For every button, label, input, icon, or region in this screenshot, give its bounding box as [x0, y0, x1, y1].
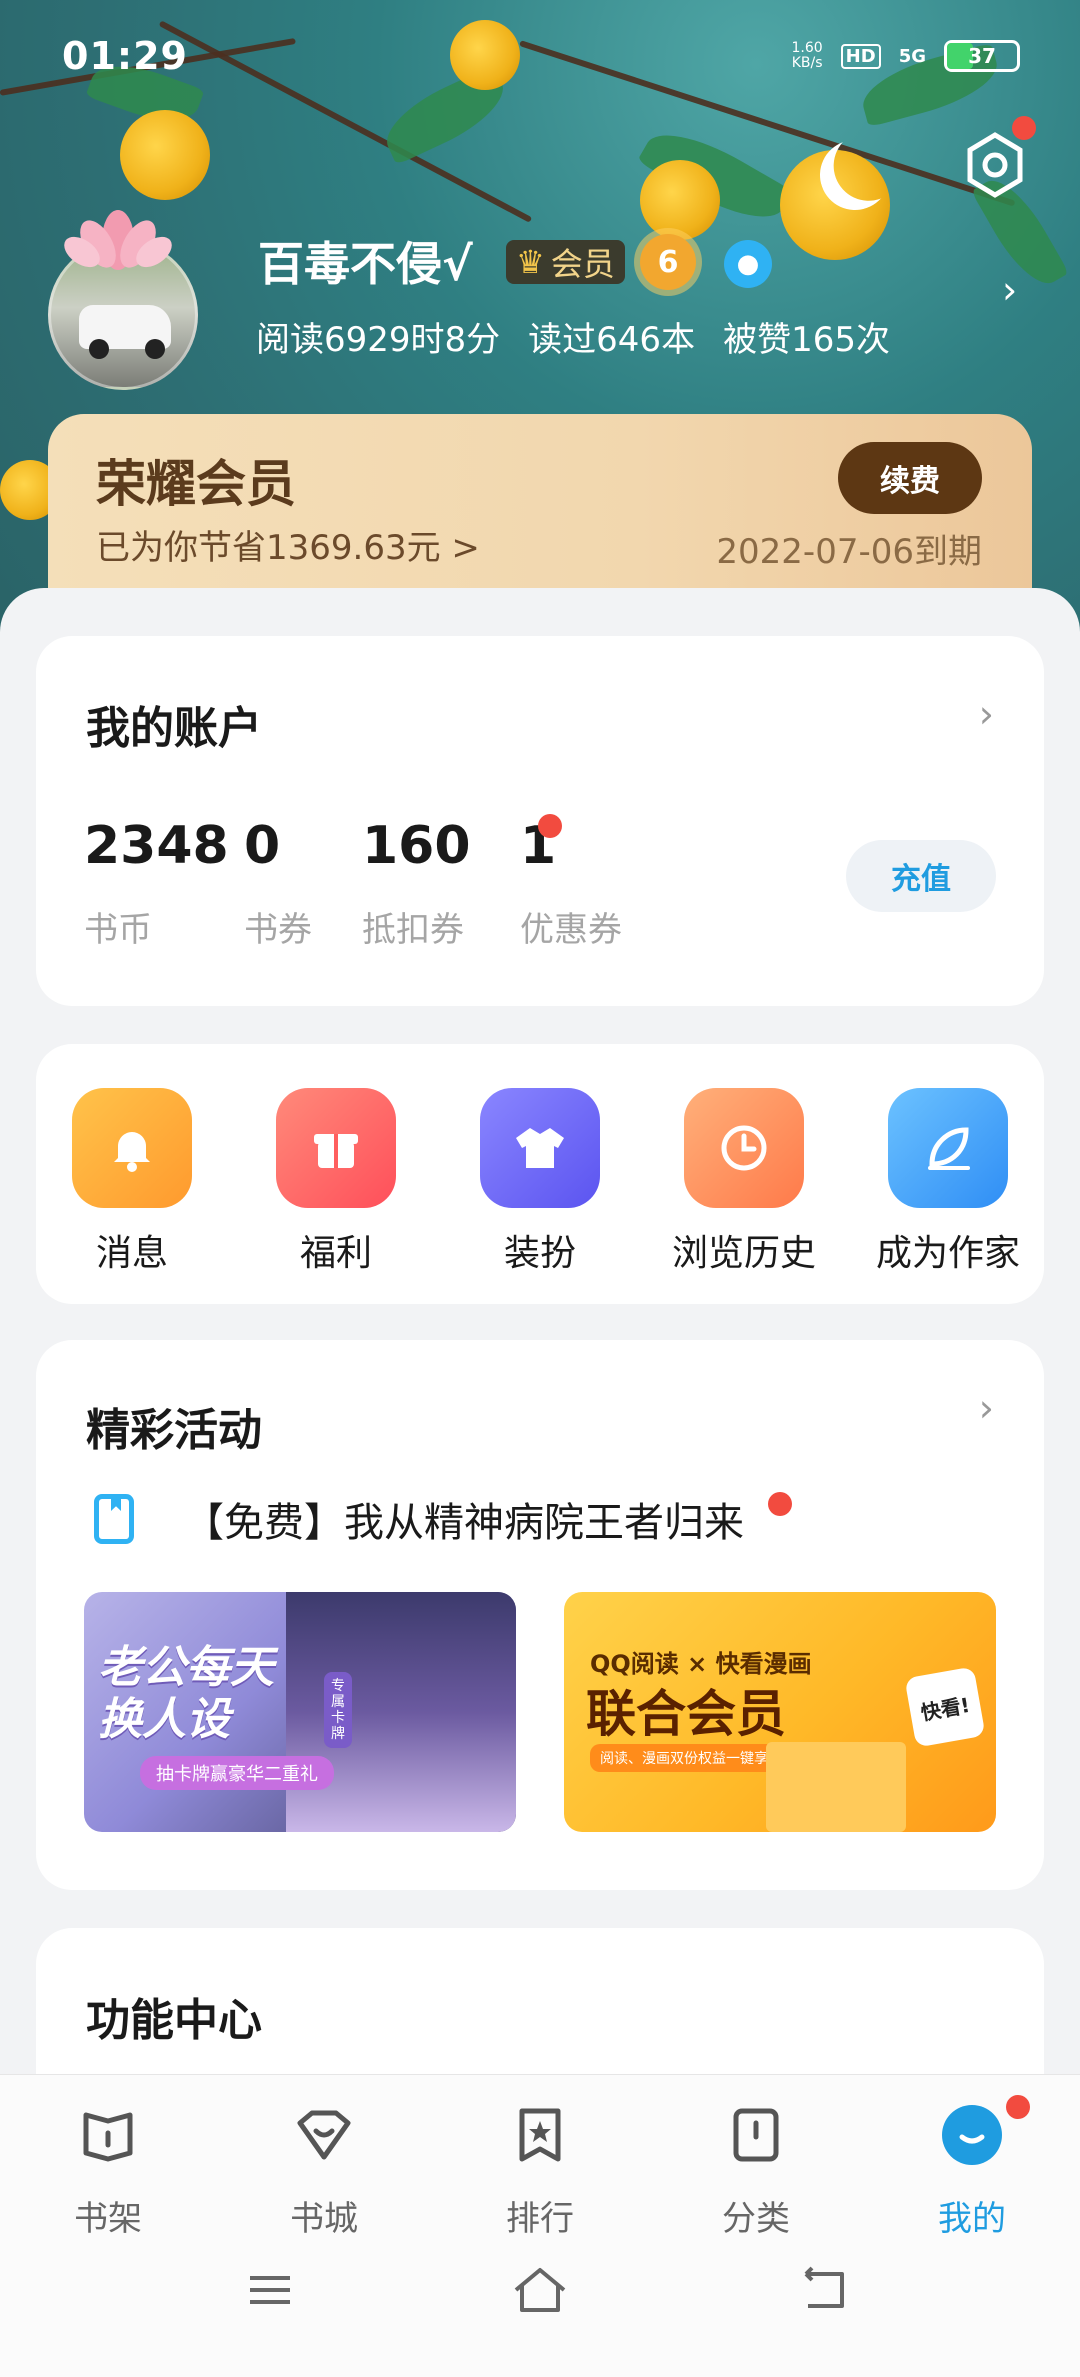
books-read: 读过646本	[528, 320, 696, 360]
function-label: 消息	[95, 1233, 168, 1274]
function-label: 成为作家	[875, 1233, 1020, 1274]
shirt-icon	[480, 1088, 600, 1208]
tab-label: 书架	[74, 2199, 142, 2239]
gift-icon	[276, 1088, 396, 1208]
banner-main-text: 联合会员	[586, 1685, 786, 1743]
ranking-icon	[519, 2108, 561, 2162]
account-title: 我的账户	[86, 703, 262, 754]
bell-icon	[72, 1088, 192, 1208]
settings-icon[interactable]	[960, 130, 1030, 200]
recharge-button[interactable]: 充值	[846, 840, 996, 912]
characters-illustration	[286, 1592, 516, 1832]
book-tickets-value: 0	[244, 816, 281, 876]
box-illustration	[766, 1742, 906, 1832]
bookstore-icon	[297, 2110, 351, 2160]
kuaikan-logo: 快看!	[904, 1666, 986, 1748]
chevron-right-icon[interactable]: ›	[979, 1386, 994, 1430]
coupon-notification-dot	[538, 814, 562, 838]
discount-coupons-label: 优惠券	[520, 910, 622, 950]
crown-icon: ♛	[516, 243, 545, 281]
renew-button[interactable]: 续费	[838, 442, 982, 514]
tab-ranking[interactable]: 排行	[480, 2103, 600, 2240]
avatar[interactable]	[48, 210, 198, 390]
net-speed: 1.60 KB/s	[791, 40, 823, 71]
banner-joint-membership[interactable]: QQ阅读 × 快看漫画 联合会员 阅读、漫画双份权益一键享受 快看!	[564, 1592, 996, 1832]
tab-profile[interactable]: 我的	[912, 2103, 1032, 2240]
status-time: 01:29	[62, 34, 188, 78]
function-history[interactable]: 浏览历史	[664, 1088, 824, 1276]
vip-badge[interactable]: ♛ 会员	[506, 240, 625, 284]
function-become-writer[interactable]: 成为作家	[868, 1088, 1028, 1276]
banner-tag: 抽卡牌赢豪华二重礼	[140, 1756, 334, 1790]
banner-side-tag: 专属卡牌	[324, 1672, 352, 1748]
home-icon[interactable]	[510, 2264, 570, 2316]
function-messages[interactable]: 消息	[52, 1088, 212, 1276]
system-nav-bar	[0, 2240, 1080, 2376]
tab-bookstore[interactable]: 书城	[264, 2103, 384, 2240]
function-label: 浏览历史	[671, 1233, 816, 1274]
username[interactable]: 百毒不侵√	[258, 228, 473, 294]
reading-time: 阅读6929时8分	[256, 320, 501, 360]
tab-label: 排行	[506, 2199, 574, 2239]
chevron-right-icon[interactable]: ›	[1002, 268, 1017, 312]
profile-header: 01:29 1.60 KB/s HD 5G 37 百毒不侵√ ♛ 会员 6 ● …	[0, 0, 1080, 640]
function-center-title: 功能中心	[86, 1995, 262, 2046]
back-icon[interactable]	[796, 2266, 852, 2314]
menu-icon[interactable]	[246, 2270, 294, 2310]
activities-title: 精彩活动	[86, 1405, 262, 1456]
vip-card[interactable]: 荣耀会员 已为你节省1369.63元 > 续费 2022-07-06到期	[48, 414, 1032, 604]
function-welfare[interactable]: 福利	[256, 1088, 416, 1276]
battery-icon: 37	[944, 40, 1020, 72]
activity-headline-text: 【免费】我从精神病院王者归来	[184, 1500, 744, 1546]
status-bar: 01:29 1.60 KB/s HD 5G 37	[0, 0, 1080, 110]
vip-expire-date: 2022-07-06到期	[716, 532, 982, 572]
flower-decoration	[640, 160, 720, 240]
bookshelf-icon	[83, 2112, 133, 2162]
tab-category[interactable]: 分类	[696, 2103, 816, 2240]
settings-notification-dot	[1012, 116, 1036, 140]
activity-notification-dot	[768, 1492, 792, 1516]
tab-label: 分类	[722, 2199, 790, 2239]
coins-label: 书币	[84, 910, 152, 950]
profile-notification-dot	[1006, 2095, 1030, 2119]
hd-icon: HD	[840, 43, 881, 69]
flower-decoration	[120, 110, 210, 200]
tab-label: 书城	[290, 2199, 358, 2239]
feather-icon	[888, 1088, 1008, 1208]
reading-stats: 阅读6929时8分 读过646本 被赞165次	[256, 312, 890, 361]
banner-title: 老公每天 换人设	[98, 1642, 274, 1745]
clock-icon	[684, 1088, 804, 1208]
vip-badge-label: 会员	[550, 245, 615, 283]
function-dressup[interactable]: 装扮	[460, 1088, 620, 1276]
category-icon	[733, 2108, 779, 2162]
banner-sub-text: 阅读、漫画双份权益一键享受	[590, 1744, 792, 1772]
deduction-coupons-label: 抵扣券	[362, 910, 464, 950]
lotus-decoration	[64, 210, 172, 270]
likes-count: 被赞165次	[723, 320, 890, 360]
activity-headline[interactable]: 【免费】我从精神病院王者归来	[94, 1490, 744, 1548]
book-icon	[94, 1494, 134, 1544]
function-label: 福利	[299, 1233, 372, 1274]
book-tickets-label: 书券	[244, 910, 312, 950]
banner-persona[interactable]: 专属卡牌 老公每天 换人设 抽卡牌赢豪华二重礼	[84, 1592, 516, 1832]
vip-saved[interactable]: 已为你节省1369.63元 >	[96, 520, 480, 569]
qq-icon[interactable]: ●	[724, 240, 772, 288]
signal-icon: 5G	[898, 45, 926, 67]
profile-icon	[942, 2105, 1002, 2165]
deduction-coupons-value: 160	[362, 816, 471, 876]
tab-label: 我的	[938, 2199, 1006, 2239]
chevron-right-icon[interactable]: ›	[979, 692, 994, 736]
vip-title: 荣耀会员	[96, 455, 296, 513]
function-label: 装扮	[503, 1233, 576, 1274]
coins-value: 2348	[84, 816, 229, 876]
tab-bookshelf[interactable]: 书架	[48, 2103, 168, 2240]
level-badge[interactable]: 6	[640, 234, 696, 290]
